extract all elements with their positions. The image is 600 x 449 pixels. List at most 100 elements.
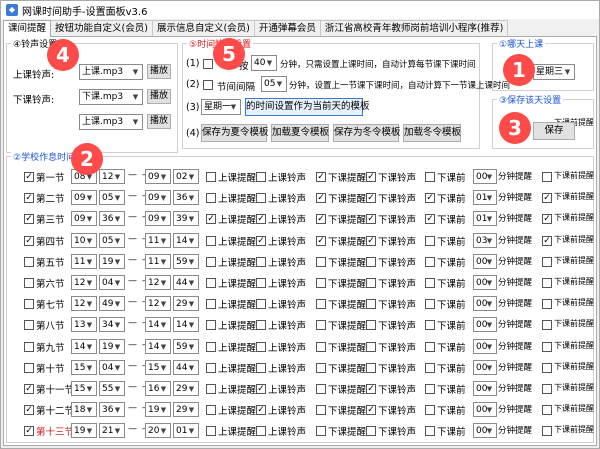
save-day-button[interactable]: 保存 — [533, 122, 575, 140]
tab-break-remind[interactable]: 课间提醒 — [3, 20, 52, 37]
start-remind-checkbox[interactable] — [206, 235, 216, 246]
before-end-minutes-select[interactable]: 00 ▼ — [473, 317, 497, 333]
end-minute-select[interactable]: 29 ▼ — [173, 296, 199, 312]
end-ring-checkbox[interactable]: ✓ — [366, 214, 376, 225]
end-minute-select[interactable]: 36 ▼ — [173, 190, 199, 206]
end-hour-select[interactable]: 12 ▼ — [145, 275, 171, 290]
start-remind-checkbox[interactable] — [206, 384, 216, 394]
before-end-checkbox[interactable] — [425, 172, 435, 182]
before-end-checkbox[interactable] — [425, 278, 435, 288]
end-ring-select[interactable]: 下课.mp3 ▼ — [79, 89, 143, 105]
before-end-checkbox[interactable]: ✓ — [425, 193, 435, 204]
end-ring-checkbox[interactable]: ✓ — [366, 172, 376, 182]
end-remind-checkbox[interactable] — [316, 299, 326, 310]
end-hour-select[interactable]: 09 ▼ — [145, 190, 171, 206]
save-winter-template-button[interactable]: 保存为冬令模板 — [333, 124, 401, 142]
start-remind-checkbox[interactable] — [206, 299, 216, 310]
end-hour-select[interactable]: 15 ▼ — [145, 359, 171, 375]
end-ring-checkbox[interactable] — [366, 341, 376, 352]
before-end-checkbox[interactable] — [425, 320, 435, 331]
end-ring-checkbox[interactable] — [366, 299, 376, 310]
before-end-checkbox[interactable] — [425, 299, 435, 310]
start-hour-select[interactable]: 11 ▼ — [71, 253, 97, 269]
period-enable-checkbox[interactable]: ✓ — [24, 405, 34, 416]
end-remind-checkbox[interactable] — [316, 362, 326, 373]
end-minute-select[interactable]: 44 ▼ — [173, 275, 199, 290]
before-end-ring-checkbox[interactable]: ✓ — [542, 193, 552, 204]
end-remind-checkbox[interactable] — [316, 341, 326, 352]
start-hour-select[interactable]: 09 ▼ — [71, 190, 97, 206]
start-ring-checkbox[interactable] — [256, 193, 266, 204]
before-end-ring-checkbox[interactable] — [542, 278, 552, 288]
end-minute-select[interactable]: 14 ▼ — [173, 232, 199, 248]
start-ring-checkbox[interactable] — [256, 341, 266, 352]
end-ring-checkbox[interactable] — [366, 278, 376, 288]
start-minute-select[interactable]: 49 ▼ — [99, 296, 125, 312]
end-hour-select[interactable]: 14 ▼ — [145, 317, 171, 333]
before-end-ring-checkbox[interactable]: ✓ — [542, 235, 552, 246]
tab-danmaku-member[interactable]: 开通弹幕会员 — [253, 20, 321, 36]
before-end-ring-checkbox[interactable] — [542, 384, 552, 394]
before-end-ring-checkbox[interactable] — [542, 256, 552, 267]
start-minute-select[interactable]: 05 ▼ — [99, 190, 125, 206]
which-day-select[interactable]: 星期三 ▼ — [533, 64, 575, 80]
end-minute-select[interactable]: 14 ▼ — [173, 317, 199, 333]
play-before-end-ring-button[interactable]: 播放 — [147, 114, 171, 129]
period-enable-checkbox[interactable] — [24, 299, 34, 310]
template-day-select[interactable]: 星期一 ▼ — [201, 99, 241, 115]
end-remind-checkbox[interactable] — [316, 278, 326, 288]
start-hour-select[interactable]: 13 ▼ — [71, 317, 97, 333]
before-end-ring-checkbox[interactable] — [542, 172, 552, 182]
end-hour-select[interactable]: 12 ▼ — [145, 296, 171, 312]
start-ring-checkbox[interactable] — [256, 320, 266, 331]
end-hour-select[interactable]: 19 ▼ — [145, 402, 171, 418]
start-minute-select[interactable]: 55 ▼ — [99, 381, 125, 396]
end-remind-checkbox[interactable] — [316, 426, 326, 437]
before-end-checkbox[interactable] — [425, 405, 435, 416]
quick-interval-select[interactable]: 05 ▼ — [261, 76, 287, 92]
period-enable-checkbox[interactable]: ✓ — [24, 426, 34, 437]
start-ring-checkbox[interactable] — [256, 426, 266, 437]
before-end-ring-checkbox[interactable] — [542, 320, 552, 331]
start-hour-select[interactable]: 15 ▼ — [71, 359, 97, 375]
end-remind-checkbox[interactable]: ✓ — [316, 172, 326, 182]
start-minute-select[interactable]: 05 ▼ — [99, 232, 125, 248]
period-enable-checkbox[interactable]: ✓ — [24, 214, 34, 225]
start-minute-select[interactable]: 36 ▼ — [99, 211, 125, 227]
end-minute-select[interactable]: 29 ▼ — [173, 402, 199, 418]
before-end-minutes-select[interactable]: 00 ▼ — [473, 338, 497, 354]
start-minute-select[interactable]: 04 ▼ — [99, 359, 125, 375]
period-enable-checkbox[interactable]: ✓ — [24, 235, 34, 246]
start-ring-checkbox[interactable]: ✓ — [256, 214, 266, 225]
end-minute-select[interactable]: 59 ▼ — [173, 338, 199, 354]
start-minute-select[interactable]: 36 ▼ — [99, 402, 125, 418]
before-end-checkbox[interactable]: ✓ — [425, 214, 435, 225]
start-hour-select[interactable]: 10 ▼ — [71, 232, 97, 248]
start-hour-select[interactable]: 14 ▼ — [71, 338, 97, 354]
start-minute-select[interactable]: 34 ▼ — [99, 317, 125, 333]
period-enable-checkbox[interactable]: ✓ — [24, 384, 34, 394]
end-remind-checkbox[interactable]: ✓ — [316, 193, 326, 204]
before-end-minutes-select[interactable]: 03 ▼ — [473, 232, 497, 248]
end-ring-checkbox[interactable] — [366, 256, 376, 267]
start-minute-select[interactable]: 21 ▼ — [99, 423, 125, 439]
start-remind-checkbox[interactable] — [206, 320, 216, 331]
start-hour-select[interactable]: 18 ▼ — [71, 402, 97, 418]
before-end-minutes-select[interactable]: 00 ▼ — [473, 381, 497, 396]
before-end-minutes-select[interactable]: 00 ▼ — [473, 359, 497, 375]
start-minute-select[interactable]: 19 ▼ — [99, 338, 125, 354]
before-end-minutes-select[interactable]: 00 ▼ — [473, 402, 497, 418]
quick-line2-checkbox[interactable] — [203, 80, 213, 90]
start-ring-checkbox[interactable] — [256, 172, 266, 182]
end-minute-select[interactable]: 29 ▼ — [173, 381, 199, 396]
start-remind-checkbox[interactable] — [206, 256, 216, 267]
quick-line1-checkbox[interactable] — [203, 59, 213, 69]
before-end-ring-checkbox[interactable] — [542, 299, 552, 310]
end-hour-select[interactable]: 11 ▼ — [145, 253, 171, 269]
start-minute-select[interactable]: 12 ▼ — [99, 169, 125, 184]
start-remind-checkbox[interactable]: ✓ — [206, 214, 216, 225]
start-hour-select[interactable]: 19 ▼ — [71, 423, 97, 439]
before-end-ring-select[interactable]: 上课.mp3 ▼ — [79, 114, 143, 130]
end-ring-checkbox[interactable] — [366, 320, 376, 331]
before-end-ring-checkbox[interactable]: ✓ — [542, 214, 552, 225]
